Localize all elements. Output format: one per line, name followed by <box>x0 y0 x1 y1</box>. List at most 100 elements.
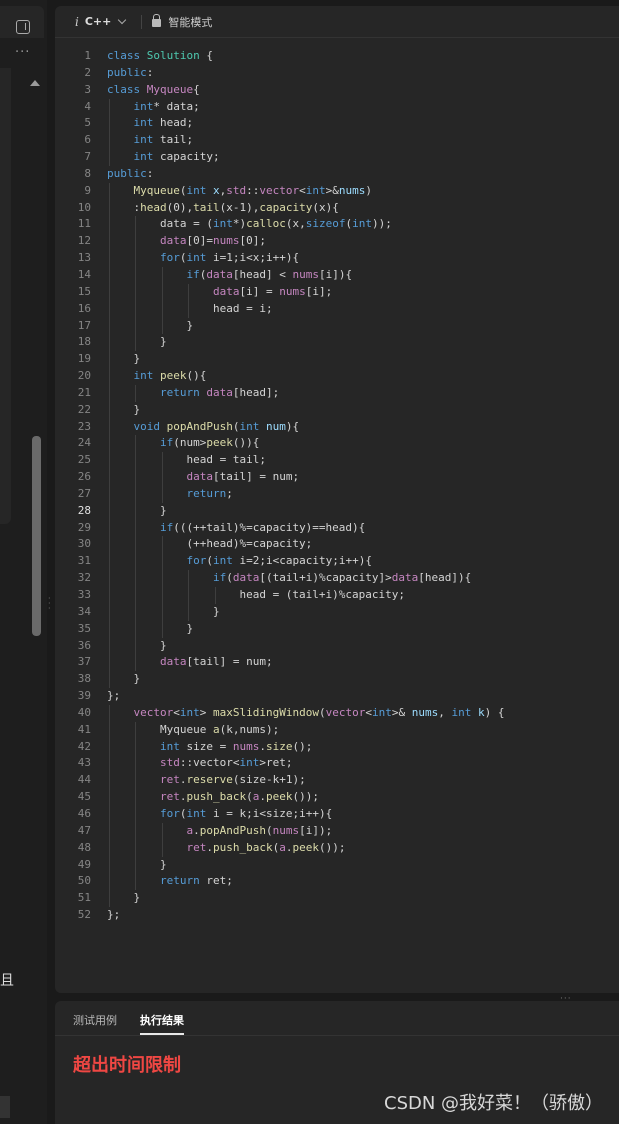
code-line[interactable]: 44 ret.reserve(size-k+1); <box>55 772 619 790</box>
code-line[interactable]: 46 for(int i = k;i<size;i++){ <box>55 805 619 823</box>
code-text[interactable]: data[tail] = num; <box>107 469 299 486</box>
code-text[interactable]: int size = nums.size(); <box>107 739 312 756</box>
code-line[interactable]: 15 data[i] = nums[i]; <box>55 283 619 301</box>
code-line[interactable]: 18 } <box>55 334 619 352</box>
code-text[interactable]: for(int i=1;i<x;i++){ <box>107 250 299 267</box>
code-line[interactable]: 23 void popAndPush(int num){ <box>55 418 619 436</box>
code-text[interactable]: } <box>107 402 140 419</box>
scrollbar-thumb[interactable] <box>32 436 41 636</box>
tab-run-result[interactable]: 执行结果 <box>140 1001 184 1035</box>
code-text[interactable]: int* data; <box>107 99 200 116</box>
code-text[interactable]: head = (tail+i)%capacity; <box>107 587 405 604</box>
code-editor[interactable]: i C++ 智能模式 1 class Solution {2 public: 3 cla… <box>55 6 619 993</box>
code-line[interactable]: 24 if(num>peek()){ <box>55 435 619 453</box>
code-line[interactable]: 13 for(int i=1;i<x;i++){ <box>55 250 619 267</box>
chevron-down-icon[interactable] <box>118 15 127 24</box>
code-line[interactable]: 25 head = tail; <box>55 452 619 470</box>
code-line[interactable]: 7 int capacity; <box>55 149 619 166</box>
more-icon[interactable]: ··· <box>15 45 30 61</box>
code-line[interactable]: 45 ret.push_back(a.peek()); <box>55 789 619 806</box>
code-text[interactable]: } <box>107 621 193 638</box>
code-line[interactable]: 36 } <box>55 637 619 655</box>
code-line[interactable]: 10 :head(0),tail(x-1),capacity(x){ <box>55 199 619 217</box>
code-line[interactable]: 8 public: <box>55 166 619 183</box>
code-line[interactable]: 19 } <box>55 351 619 369</box>
code-text[interactable]: Myqueue(int x,std::vector<int>&nums) <box>107 183 372 200</box>
code-line[interactable]: 21 return data[head]; <box>55 384 619 402</box>
code-line[interactable]: 37 data[tail] = num; <box>55 654 619 672</box>
code-text[interactable]: return data[head]; <box>107 385 279 402</box>
code-text[interactable]: }; <box>107 688 120 705</box>
code-text[interactable]: public: <box>107 65 153 82</box>
code-text[interactable]: int head; <box>107 115 194 132</box>
code-text[interactable]: } <box>107 604 220 621</box>
code-line[interactable]: 38 } <box>55 671 619 689</box>
left-panel-bottom-button[interactable] <box>0 1096 10 1118</box>
code-line[interactable]: 42 int size = nums.size(); <box>55 738 619 756</box>
code-text[interactable]: ret.reserve(size-k+1); <box>107 772 306 789</box>
code-line[interactable]: 49 } <box>55 856 619 874</box>
code-line[interactable]: 34 } <box>55 603 619 621</box>
code-text[interactable]: vector<int> maxSlidingWindow(vector<int>… <box>107 705 505 722</box>
code-line[interactable]: 16 head = i; <box>55 300 619 318</box>
code-line[interactable]: 41 Myqueue a(k,nums); <box>55 721 619 739</box>
code-text[interactable]: int peek(){ <box>107 368 207 385</box>
code-line[interactable]: 28 } <box>55 502 619 520</box>
code-line[interactable]: 30 (++head)%=capacity; <box>55 536 619 554</box>
code-text[interactable]: if(data[(tail+i)%capacity]>data[head]){ <box>107 570 471 587</box>
code-line[interactable]: 48 ret.push_back(a.peek()); <box>55 839 619 857</box>
code-text[interactable]: } <box>107 671 140 688</box>
code-line[interactable]: 27 return; <box>55 485 619 503</box>
code-text[interactable]: } <box>107 890 140 907</box>
code-line[interactable]: 4 int* data; <box>55 98 619 116</box>
code-text[interactable]: if(num>peek()){ <box>107 435 259 452</box>
code-line[interactable]: 12 data[0]=nums[0]; <box>55 233 619 251</box>
code-text[interactable]: for(int i=2;i<capacity;i++){ <box>107 553 371 570</box>
code-line[interactable]: 9 Myqueue(int x,std::vector<int>&nums) <box>55 182 619 200</box>
code-text[interactable]: data[0]=nums[0]; <box>107 233 266 250</box>
code-line[interactable]: 40 vector<int> maxSlidingWindow(vector<i… <box>55 704 619 722</box>
code-text[interactable]: } <box>107 638 167 655</box>
code-text[interactable]: ret.push_back(a.peek()); <box>107 840 345 857</box>
code-line[interactable]: 31 for(int i=2;i<capacity;i++){ <box>55 553 619 571</box>
code-line[interactable]: 14 if(data[head] < nums[i]){ <box>55 266 619 284</box>
language-selector[interactable]: C++ <box>85 15 112 28</box>
code-line[interactable]: 52}; <box>55 907 619 924</box>
code-text[interactable]: } <box>107 857 167 874</box>
code-text[interactable]: }; <box>107 907 120 924</box>
scroll-up-arrow-icon[interactable] <box>30 80 40 86</box>
code-line[interactable]: 22 } <box>55 401 619 419</box>
code-line[interactable]: 51 } <box>55 890 619 908</box>
code-text[interactable]: } <box>107 351 140 368</box>
code-line[interactable]: 17 } <box>55 317 619 335</box>
code-line[interactable]: 50 return ret; <box>55 873 619 891</box>
code-line[interactable]: 43 std::vector<int>ret; <box>55 755 619 773</box>
panel-toggle-icon[interactable] <box>16 20 30 34</box>
code-line[interactable]: 20 int peek(){ <box>55 368 619 385</box>
code-text[interactable]: return; <box>107 486 232 503</box>
code-line[interactable]: 11 data = (int*)calloc(x,sizeof(int)); <box>55 216 619 234</box>
code-text[interactable]: data = (int*)calloc(x,sizeof(int)); <box>107 216 392 233</box>
code-line[interactable]: 26 data[tail] = num; <box>55 469 619 486</box>
code-line[interactable]: 5 int head; <box>55 115 619 133</box>
code-text[interactable]: return ret; <box>107 873 233 890</box>
code-line[interactable]: 35 } <box>55 620 619 638</box>
code-text[interactable]: public: <box>107 166 153 183</box>
code-line[interactable]: 47 a.popAndPush(nums[i]); <box>55 822 619 840</box>
code-text[interactable]: } <box>107 318 193 335</box>
code-text[interactable]: ret.push_back(a.peek()); <box>107 789 319 806</box>
code-text[interactable]: data[tail] = num; <box>107 654 273 671</box>
code-text[interactable]: std::vector<int>ret; <box>107 755 292 772</box>
code-text[interactable]: data[i] = nums[i]; <box>107 284 332 301</box>
code-text[interactable]: a.popAndPush(nums[i]); <box>107 823 332 840</box>
code-line[interactable]: 6 int tail; <box>55 132 619 150</box>
code-line[interactable]: 2 public: <box>55 65 619 82</box>
smart-mode-toggle[interactable]: 智能模式 <box>168 14 212 30</box>
code-text[interactable]: int tail; <box>107 132 194 149</box>
code-text[interactable]: Myqueue a(k,nums); <box>107 722 279 739</box>
code-text[interactable]: class Myqueue{ <box>107 82 200 99</box>
code-text[interactable]: class Solution { <box>107 48 213 65</box>
code-text[interactable]: (++head)%=capacity; <box>107 536 312 553</box>
code-line[interactable]: 39}; <box>55 688 619 705</box>
code-line[interactable]: 3 class Myqueue{ <box>55 82 619 99</box>
